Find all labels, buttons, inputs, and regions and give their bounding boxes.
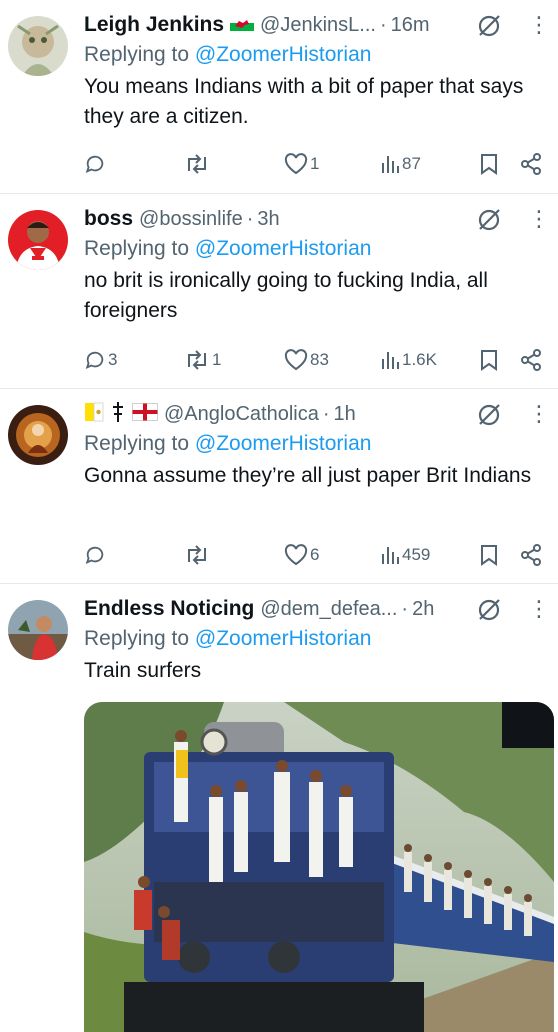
share-icon xyxy=(521,153,541,175)
timestamp[interactable]: 1h xyxy=(334,403,356,426)
bookmark-icon xyxy=(481,545,497,566)
views-button[interactable]: 459 xyxy=(380,545,430,565)
train-photo xyxy=(84,702,554,1032)
retweet-icon xyxy=(188,545,206,565)
share-icon xyxy=(521,349,541,371)
separator-dot: · xyxy=(379,13,387,36)
cross-icon xyxy=(110,401,126,428)
replying-label: Replying to xyxy=(84,627,195,650)
replying-label: Replying to xyxy=(84,432,195,455)
like-icon xyxy=(284,544,308,566)
bookmark-icon xyxy=(481,350,497,371)
like-icon xyxy=(284,153,308,175)
like-icon xyxy=(284,349,308,371)
reply-icon xyxy=(85,546,104,565)
reply-button[interactable] xyxy=(84,544,108,566)
handle[interactable]: @bossinlife xyxy=(139,208,243,231)
separator-dot: · xyxy=(322,402,330,425)
retweet-button[interactable]: 1 xyxy=(184,349,221,371)
tweet[interactable]: Endless Noticing @dem_defea... · 2h Repl… xyxy=(0,584,558,1032)
share-button[interactable] xyxy=(520,153,542,175)
avatar[interactable] xyxy=(8,210,68,270)
tweet-image[interactable] xyxy=(84,702,554,1032)
views-count: 87 xyxy=(402,154,421,173)
views-button[interactable]: 87 xyxy=(380,154,421,174)
avatar[interactable] xyxy=(8,16,68,76)
handle[interactable]: @dem_defea... xyxy=(260,598,397,621)
like-button[interactable]: 1 xyxy=(284,153,319,175)
like-count: 6 xyxy=(310,545,320,564)
like-count: 83 xyxy=(310,350,329,369)
bookmark-button[interactable] xyxy=(480,544,498,566)
like-count: 1 xyxy=(310,154,320,173)
views-icon xyxy=(382,352,399,369)
reply-icon xyxy=(85,351,104,370)
share-icon xyxy=(521,544,541,566)
replying-to: Replying to @ZoomerHistorian xyxy=(84,234,548,264)
display-name[interactable]: Endless Noticing xyxy=(84,597,254,621)
handle[interactable]: @JenkinsL... xyxy=(260,14,376,37)
replying-label: Replying to xyxy=(84,43,195,66)
display-name[interactable]: Leigh Jenkins xyxy=(84,13,224,37)
more-icon[interactable]: ⋮ xyxy=(528,401,550,427)
bookmark-button[interactable] xyxy=(480,349,498,371)
more-icon[interactable]: ⋮ xyxy=(528,206,550,232)
avatar[interactable] xyxy=(8,600,68,660)
retweet-icon xyxy=(188,350,206,370)
replying-to: Replying to @ZoomerHistorian xyxy=(84,429,548,459)
replying-to: Replying to @ZoomerHistorian xyxy=(84,624,548,654)
more-icon[interactable]: ⋮ xyxy=(528,596,550,622)
views-icon xyxy=(382,547,399,564)
separator-dot: · xyxy=(246,207,254,230)
bookmark-icon xyxy=(481,154,497,175)
views-icon xyxy=(382,156,399,173)
tweet-text: no brit is ironically going to fucking I… xyxy=(84,269,488,322)
wales-flag-icon xyxy=(230,14,255,36)
share-button[interactable] xyxy=(520,349,542,371)
timestamp[interactable]: 16m xyxy=(391,14,430,37)
bookmark-button[interactable] xyxy=(480,153,498,175)
vatican-flag-icon xyxy=(84,402,104,427)
retweet-count: 1 xyxy=(212,350,222,369)
more-icon[interactable]: ⋮ xyxy=(528,12,550,38)
timestamp[interactable]: 2h xyxy=(412,598,434,621)
tweet[interactable]: boss @bossinlife · 3h Replying to @Zoome… xyxy=(0,194,558,389)
like-button[interactable]: 83 xyxy=(284,349,329,371)
avatar[interactable] xyxy=(8,405,68,465)
retweet-button[interactable] xyxy=(184,544,212,566)
mention-link[interactable]: @ZoomerHistorian xyxy=(195,43,372,66)
mention-link[interactable]: @ZoomerHistorian xyxy=(195,432,372,455)
tweet[interactable]: Leigh Jenkins @JenkinsL... · 16m Replyin… xyxy=(0,0,558,194)
reply-button[interactable]: 3 xyxy=(84,349,117,371)
tweet-text: Train surfers xyxy=(84,659,202,682)
display-name[interactable]: boss xyxy=(84,207,133,231)
handle[interactable]: @AngloCatholica xyxy=(164,403,319,426)
tweet[interactable]: @AngloCatholica · 1h Replying to @Zoomer… xyxy=(0,389,558,584)
views-count: 459 xyxy=(402,545,431,564)
grok-icon[interactable] xyxy=(476,207,502,238)
replying-to: Replying to @ZoomerHistorian xyxy=(84,40,548,70)
retweet-icon xyxy=(188,154,206,174)
reply-count: 3 xyxy=(108,350,118,369)
tweet-text: You means Indians with a bit of paper th… xyxy=(84,75,524,128)
mention-link[interactable]: @ZoomerHistorian xyxy=(195,237,372,260)
grok-icon[interactable] xyxy=(476,597,502,628)
retweet-button[interactable] xyxy=(184,153,212,175)
views-button[interactable]: 1.6K xyxy=(380,350,437,370)
separator-dot: · xyxy=(401,597,409,620)
reply-icon xyxy=(85,155,104,174)
timestamp[interactable]: 3h xyxy=(257,208,279,231)
replying-label: Replying to xyxy=(84,237,195,260)
reply-button[interactable] xyxy=(84,153,108,175)
england-flag-icon xyxy=(132,402,158,426)
mention-link[interactable]: @ZoomerHistorian xyxy=(195,627,372,650)
like-button[interactable]: 6 xyxy=(284,544,319,566)
grok-icon[interactable] xyxy=(476,402,502,433)
share-button[interactable] xyxy=(520,544,542,566)
grok-icon[interactable] xyxy=(476,13,502,44)
tweet-text: Gonna assume they’re all just paper Brit… xyxy=(84,464,532,487)
views-count: 1.6K xyxy=(402,350,437,369)
